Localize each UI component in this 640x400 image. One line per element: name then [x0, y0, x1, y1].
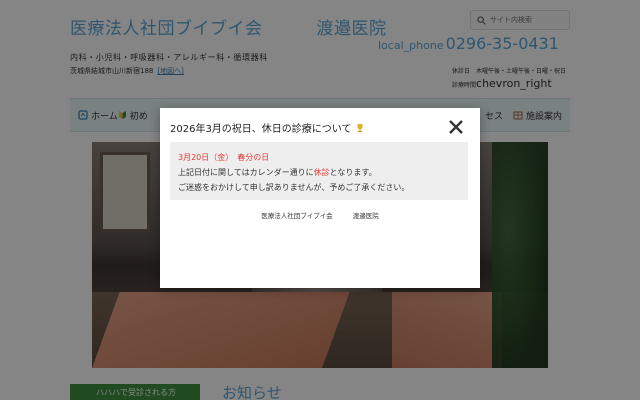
holiday-notice-modal: 2026年3月の祝日、休日の診療について 3月20日（金） 春分の日 上記日付に…: [160, 108, 480, 288]
notice-line-1: 上記日付に関してはカレンダー通りに休診となります。: [178, 165, 460, 180]
signature-corp: 医療法人社団ブイブイ会: [261, 212, 333, 220]
modal-title-text: 2026年3月の祝日、休日の診療について: [170, 124, 352, 135]
modal-title: 2026年3月の祝日、休日の診療について: [170, 120, 365, 135]
notice-box: 3月20日（金） 春分の日 上記日付に関してはカレンダー通りに休診となります。 …: [170, 142, 468, 200]
close-icon[interactable]: [446, 117, 466, 137]
notice-line-2: ご迷惑をおかけして申し訳ありませんが、予めご了承ください。: [178, 183, 410, 192]
notice-line-1-post: となります。: [329, 168, 377, 177]
notice-date: 3月20日（金） 春分の日: [178, 153, 270, 162]
notice-line-1-pre: 上記日付に関してはカレンダー通りに: [178, 168, 314, 177]
modal-signature: 医療法人社団ブイブイ会 渡邉医院: [160, 210, 480, 220]
trophy-icon: [357, 124, 363, 133]
notice-holiday-word: 休診: [313, 168, 330, 177]
signature-clinic: 渡邉医院: [352, 212, 379, 220]
